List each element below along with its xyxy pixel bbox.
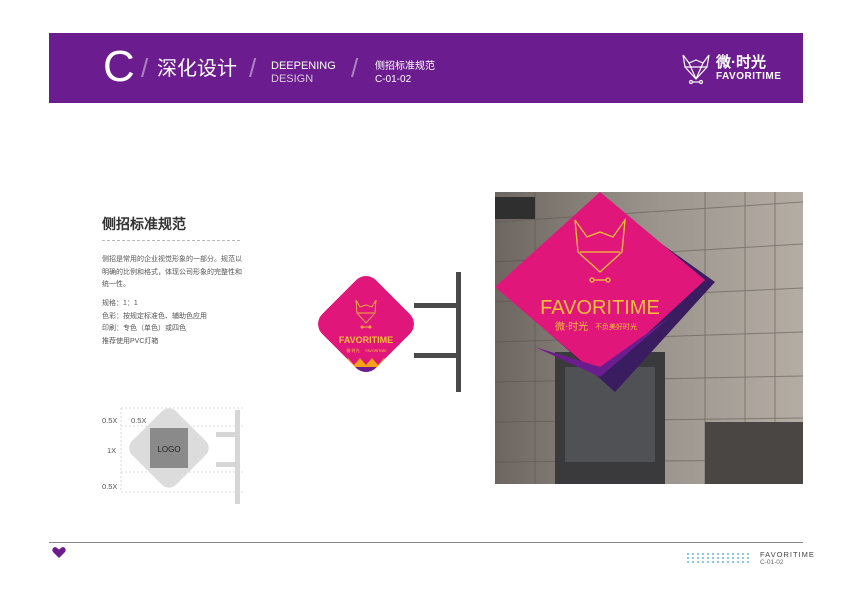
subtitle-cn: 侧招标准规范 [375,61,435,72]
page-code: C-01-02 [375,74,412,85]
diagram-arm-top [216,432,238,437]
photo-sign-tagline: 不负美好时光 [595,322,637,331]
section-heading: 侧招标准规范 [102,216,186,232]
brand-name-en: FAVORITIME [716,71,782,82]
title-en-line1: DEEPENING [271,60,336,72]
brand-name-cn: 微·时光 [716,54,766,71]
sign-arm-top [414,303,458,308]
footer-dots [687,553,749,563]
section-letter: C [103,42,135,91]
footer-brand: FAVORITIME [760,550,815,559]
dim-left-top: 0.5X [102,416,118,425]
street-photo: FAVORITIME 微·时光 不负美好时光 [495,192,803,484]
title-en-line2: DESIGN [271,73,314,85]
page-subtitle: 侧招标准规范 C-01-02 [375,60,435,86]
proportion-diagram: LOGO [120,407,245,504]
spec-print: 印刷：专色（单色）或四色 [102,325,186,332]
sign-diamond [312,270,420,378]
footer-divider [49,542,803,543]
heart-icon [52,547,66,558]
sign-pole [456,272,461,392]
sign-tagline: FAVORITIME [366,349,388,353]
sign-arm-bottom [414,353,458,358]
divider-slash: / [141,53,149,83]
spec-size: 规格：1：1 [102,300,138,307]
diagram-arm-bottom [216,462,238,467]
brand-logo: 微·时光 FAVORITIME [680,51,800,85]
divider-slash: / [351,53,359,83]
photo-scene: FAVORITIME 微·时光 不负美好时光 [495,192,803,484]
fox-logo-icon [682,54,710,85]
diagram-logo-label: LOGO [157,445,180,454]
photo-sign-brand-en: FAVORITIME [540,297,660,319]
sign-brand-en: FAVORITIME [339,335,393,345]
spec-list: 规格：1：1 色彩：按规定标准色、辅助色应用 印刷：专色（单色）或四色 推荐使用… [102,298,247,348]
header-bar: C / 深化设计 / DEEPENING DESIGN / 侧招标准规范 C-0… [49,33,803,103]
section-title-en: DEEPENING DESIGN [271,60,336,86]
dim-middle: 1X [107,446,117,455]
dim-inner-top: 0.5X [131,416,147,425]
section-title-cn: 深化设计 [157,58,237,80]
divider-slash: / [249,53,257,83]
diagram-pole [235,410,240,504]
heading-divider [102,240,240,241]
photo-sign-brand-cn: 微·时光 [555,320,588,333]
footer-page-code: C-01-02 [760,559,784,566]
sign-mockup: FAVORITIME 微·时光 FAVORITIME [312,270,461,392]
section-description: 侧招是常用的企业视觉形象的一部分。规范以明确的比例和格式，体现公司形象的完整性和… [102,256,242,288]
spec-material: 推荐使用PVC灯箱 [102,337,159,345]
spec-color: 色彩：按规定标准色、辅助色应用 [102,312,207,320]
dim-bottom: 0.5X [102,482,118,491]
sign-brand-cn: 微·时光 [346,347,359,353]
